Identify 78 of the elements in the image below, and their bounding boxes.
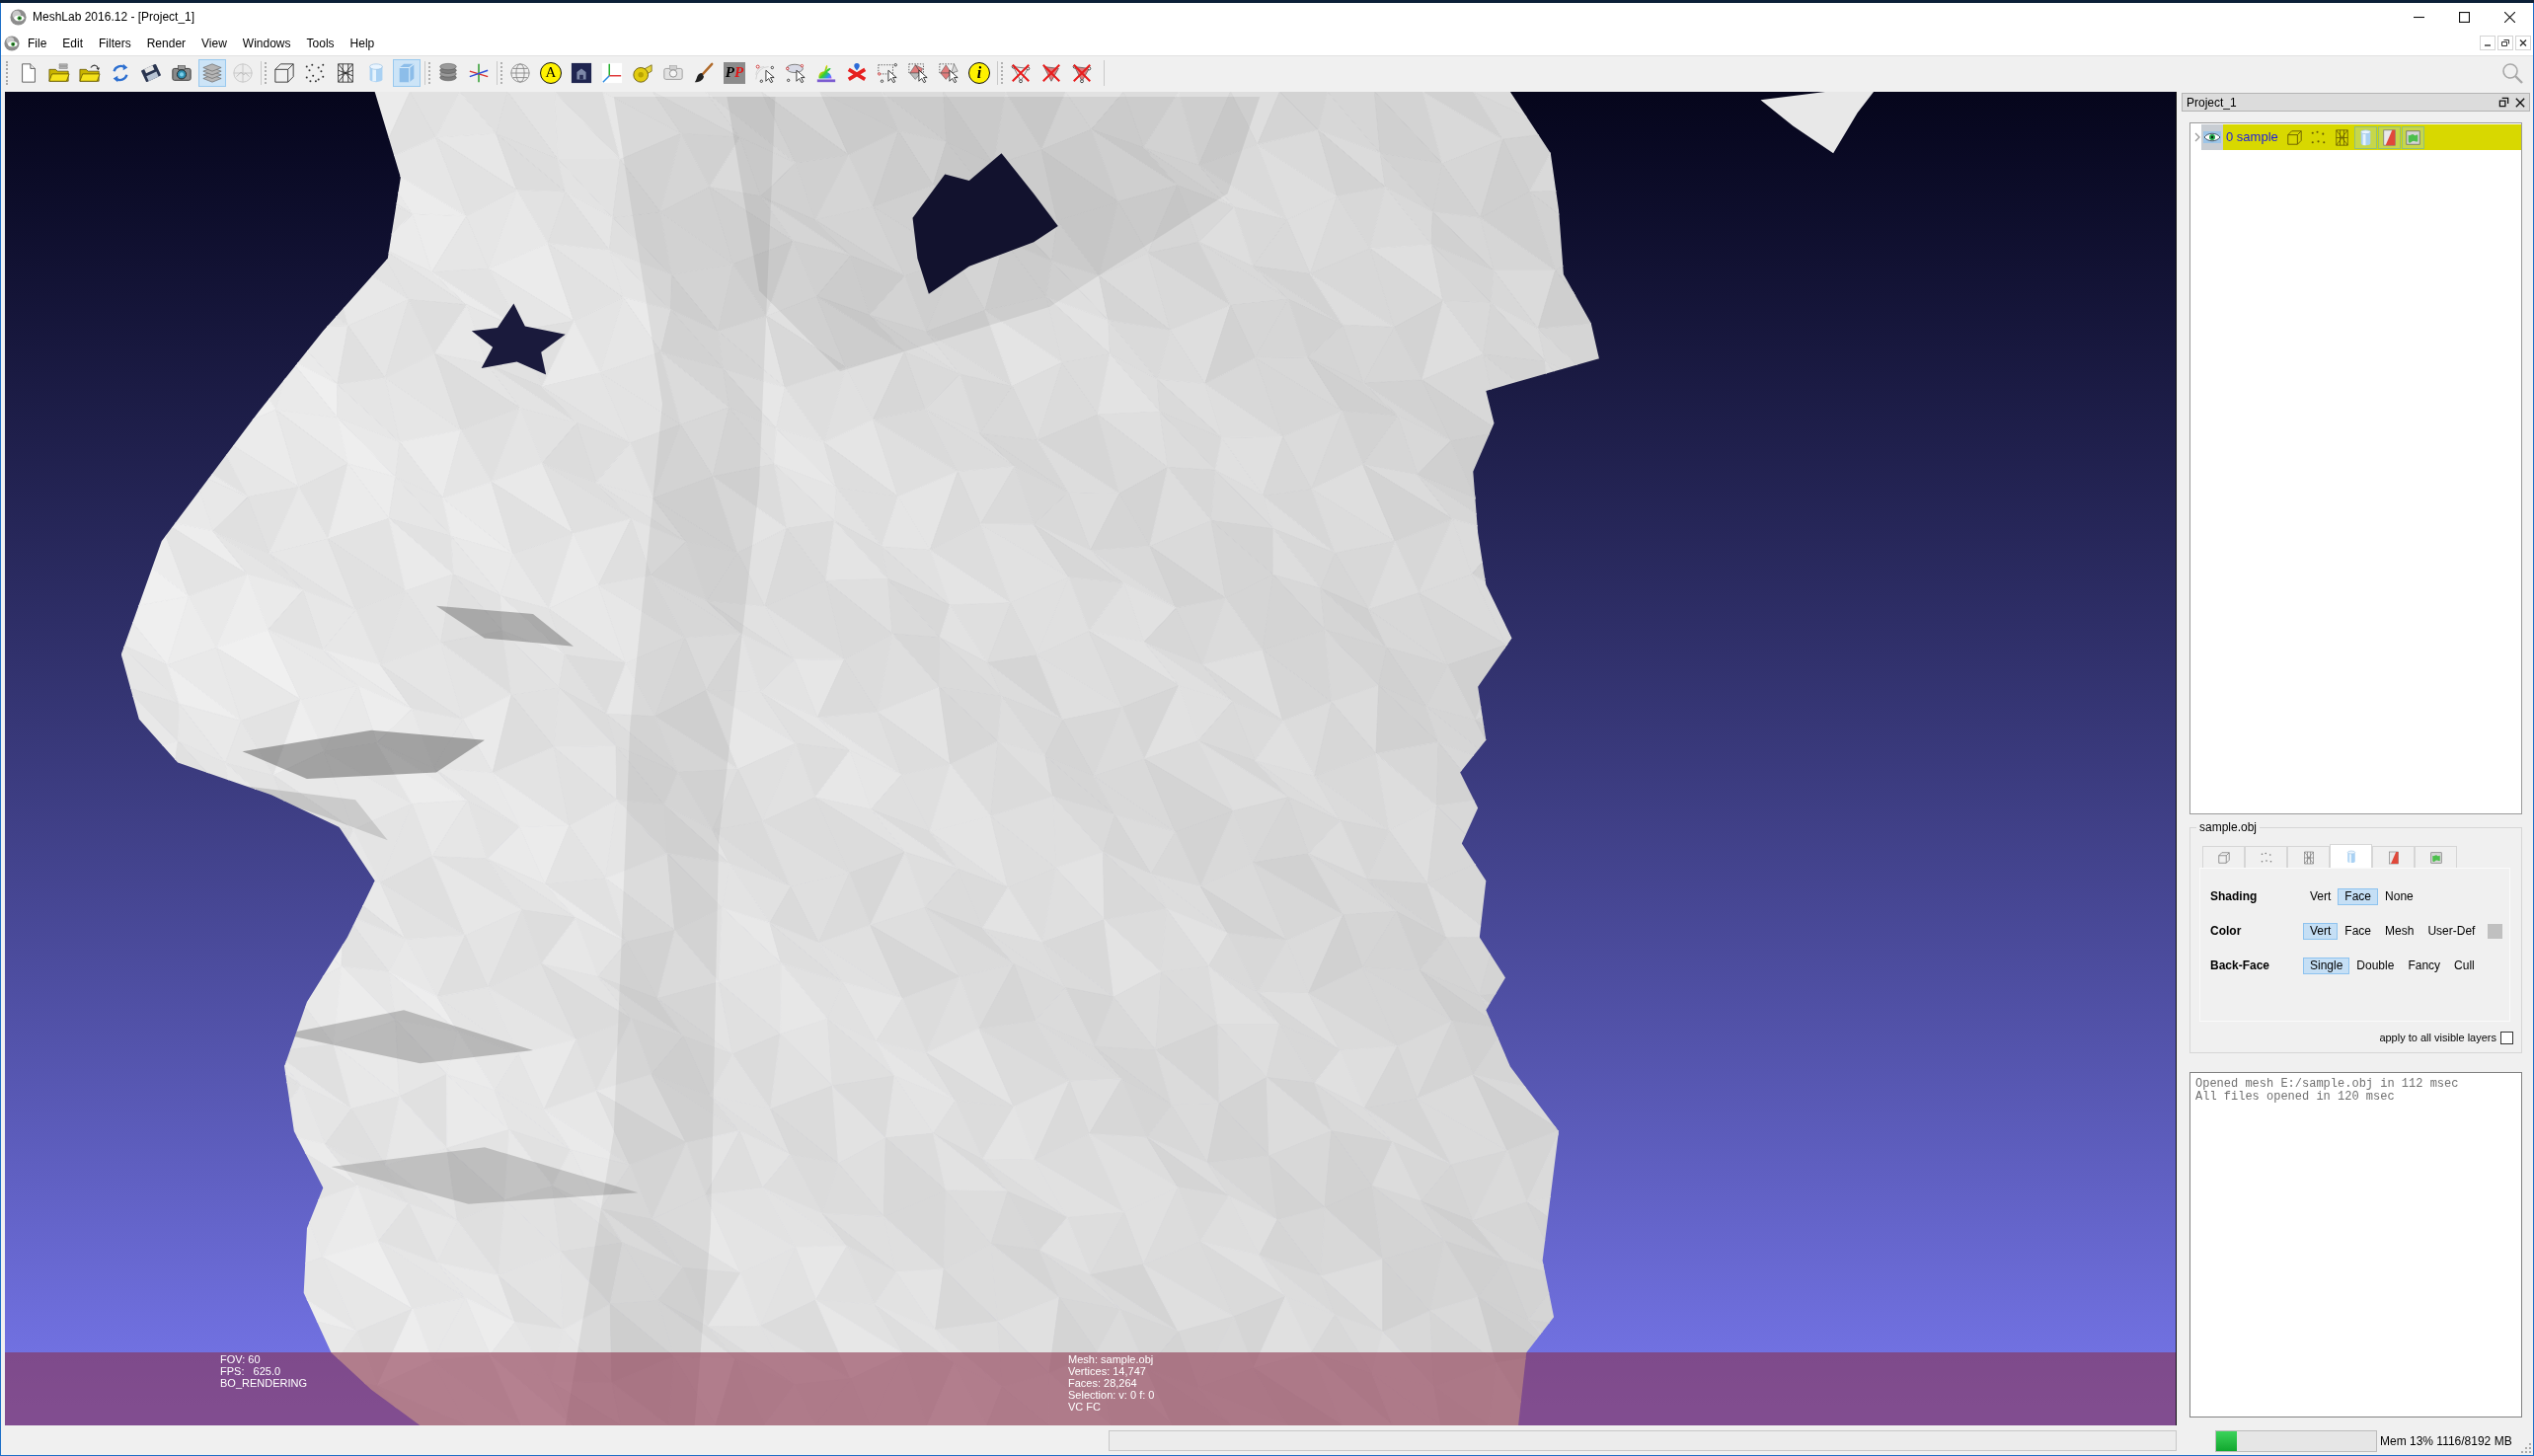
pin-cross-icon: [846, 61, 868, 84]
menu-item[interactable]: Edit: [54, 32, 92, 54]
memory-usage-text: Mem 13% 1116/8192 MB: [2380, 1432, 2512, 1450]
menu-item[interactable]: View: [193, 32, 235, 54]
tape-measure-icon: [632, 61, 653, 84]
menu-item[interactable]: Windows: [234, 32, 299, 54]
menu-item[interactable]: Filters: [91, 32, 139, 54]
overlay-text: Mesh: sample.obj: [1068, 1353, 1154, 1365]
image-icon: [571, 61, 592, 84]
overlay-text: VC FC: [1068, 1401, 1101, 1413]
layer-name: 0 sample: [2226, 128, 2278, 147]
layer-row[interactable]: 0 sample: [2223, 124, 2521, 150]
stacked-disks-icon: [437, 61, 459, 84]
sphere-icon: [232, 61, 254, 84]
overlay-text: Vertices: 14,747: [1068, 1365, 1146, 1377]
color-swatch-icon[interactable]: [2488, 923, 2503, 939]
overlay-text: BO_RENDERING: [220, 1377, 308, 1389]
render-mode-tab[interactable]: [2372, 846, 2415, 868]
render-mode-tab[interactable]: [2415, 846, 2457, 868]
option-button[interactable]: Face: [2338, 887, 2379, 905]
cursor-triangles-icon: [938, 61, 960, 84]
option-button[interactable]: Double: [2349, 957, 2402, 974]
cursor-ellipse-icon: [785, 61, 806, 84]
crossed-triangle-icon: [1010, 61, 1032, 84]
cursor-rectangle-icon: [877, 61, 898, 84]
menu-item[interactable]: File: [20, 32, 55, 54]
option-button[interactable]: User-Def: [2420, 922, 2483, 940]
render-mode-tab[interactable]: [2287, 846, 2330, 868]
crossed-triangle-icon: [1071, 61, 1093, 84]
restore-icon[interactable]: [2498, 97, 2509, 108]
setting-label: Back-Face: [2209, 958, 2271, 974]
overlay-text: FPS: 625.0: [220, 1365, 281, 1377]
log-line: Opened mesh E:/sample.obj in 112 msec: [2195, 1078, 2459, 1091]
option-button[interactable]: None: [2378, 887, 2420, 905]
overlay-text: Selection: v: 0 f: 0: [1068, 1389, 1155, 1401]
group-title: sample.obj: [2196, 820, 2261, 834]
eye-icon[interactable]: [2201, 124, 2223, 150]
folder-layers-icon: [48, 61, 70, 84]
wireframe-icon: [335, 61, 356, 84]
setting-label: Color: [2209, 923, 2243, 940]
app-logo-icon: [10, 8, 27, 26]
texture-icon[interactable]: [2401, 125, 2424, 149]
cube-outline-icon: [273, 61, 295, 84]
crossed-triangle-icon: [1040, 61, 1062, 84]
menu-item[interactable]: Help: [342, 32, 383, 54]
option-button[interactable]: Face: [2338, 922, 2379, 940]
option-button[interactable]: Cull: [2447, 957, 2482, 974]
log-line: All files opened in 120 msec: [2195, 1091, 2395, 1104]
cursor-triangles-icon: [907, 61, 929, 84]
checkbox-label: apply to all visible layers: [2379, 1030, 2496, 1045]
dock-title: Project_1: [2187, 94, 2237, 112]
cursor-dots-icon: [754, 61, 776, 84]
option-button[interactable]: Vert: [2303, 887, 2339, 905]
menu-item[interactable]: Render: [138, 32, 194, 54]
paintbrush-icon: [693, 61, 715, 84]
axes-icon: [601, 61, 623, 84]
option-button[interactable]: Single: [2303, 957, 2350, 974]
axes-icon: [468, 61, 490, 84]
close-icon[interactable]: [2503, 11, 2515, 23]
option-button[interactable]: Fancy: [2401, 957, 2448, 974]
resize-grip-icon[interactable]: [2521, 1442, 2531, 1453]
3d-viewport[interactable]: FOV: 60 FPS: 625.0 BO_RENDERING Mesh: sample.obj Vertices: 14,747 Faces: 28,264 Selection: v: 0 f: 0 VC FC: [5, 92, 2177, 1425]
maximize-icon[interactable]: [2458, 11, 2470, 23]
option-button[interactable]: Mesh: [2378, 922, 2421, 940]
chevron-icon[interactable]: [2194, 132, 2200, 142]
setting-label: Shading: [2209, 888, 2259, 905]
split-box-icon[interactable]: [2377, 125, 2401, 149]
option-button[interactable]: Vert: [2303, 922, 2339, 940]
globe-icon: [509, 61, 531, 84]
checkbox[interactable]: [2500, 1031, 2513, 1044]
close-icon[interactable]: [2515, 97, 2525, 108]
dots-icon: [304, 61, 326, 84]
window-title: MeshLab 2016.12 - [Project_1]: [33, 9, 195, 26]
overlay-text: Faces: 28,264: [1068, 1377, 1137, 1389]
app-logo-icon: [4, 35, 20, 51]
overlay-text: FOV: 60: [220, 1353, 261, 1365]
layers-icon: [201, 61, 223, 84]
menu-item[interactable]: Tools: [298, 32, 343, 54]
